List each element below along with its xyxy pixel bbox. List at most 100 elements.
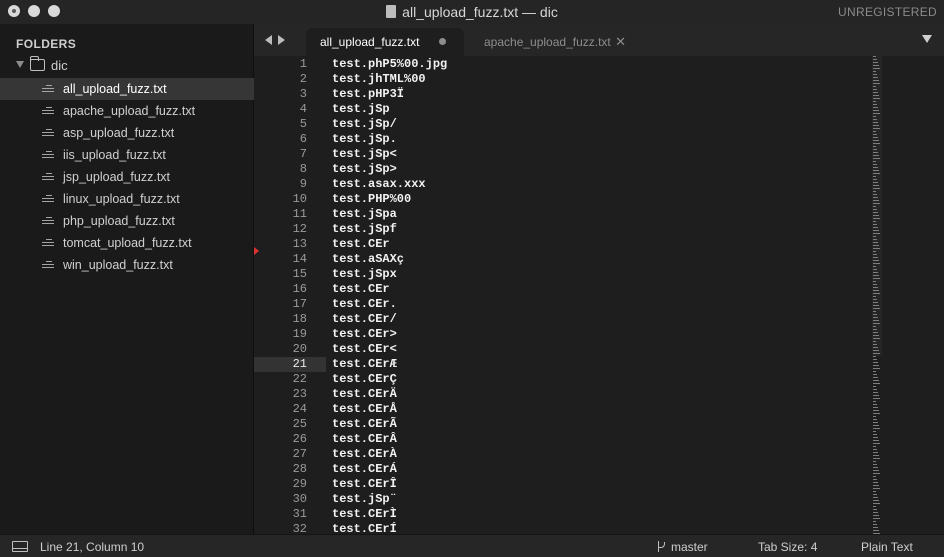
line-text[interactable]: test.jSp.: [332, 132, 397, 147]
panel-toggle-icon[interactable]: [12, 541, 28, 552]
minimap-line: [873, 62, 878, 63]
minimap-line: [873, 407, 878, 408]
file-item[interactable]: asp_upload_fuzz.txt: [0, 122, 254, 144]
file-item[interactable]: iis_upload_fuzz.txt: [0, 144, 254, 166]
line-text[interactable]: test.pHP3Ï: [332, 87, 404, 102]
editor-line[interactable]: 18 test.CEr/: [254, 312, 874, 327]
editor-line[interactable]: 14 test.aSAXç: [254, 252, 874, 267]
editor-line[interactable]: 10 test.PHP%00: [254, 192, 874, 207]
tab-all-upload-fuzz[interactable]: all_upload_fuzz.txt: [306, 28, 464, 56]
editor-line[interactable]: 2 test.jhTML%00: [254, 72, 874, 87]
disclosure-triangle-icon[interactable]: [16, 61, 24, 68]
line-text[interactable]: test.CErÇ: [332, 372, 397, 387]
close-tab-icon[interactable]: ✕: [615, 34, 626, 50]
line-text[interactable]: test.CEr: [332, 237, 390, 252]
editor-line[interactable]: 15 test.jSpx: [254, 267, 874, 282]
editor-line[interactable]: 3 test.pHP3Ï: [254, 87, 874, 102]
editor-line[interactable]: 16 test.CEr: [254, 282, 874, 297]
editor-line[interactable]: 11 test.jSpa: [254, 207, 874, 222]
editor-line[interactable]: 7 test.jSp<: [254, 147, 874, 162]
line-text[interactable]: test.aSAXç: [332, 252, 404, 267]
line-text[interactable]: test.jSpx: [332, 267, 397, 282]
editor-line[interactable]: 9 test.asax.xxx: [254, 177, 874, 192]
editor-line[interactable]: 5 test.jSp/: [254, 117, 874, 132]
editor-line[interactable]: 17 test.CEr.: [254, 297, 874, 312]
modified-dot-icon[interactable]: [439, 38, 446, 45]
tab-bar: all_upload_fuzz.txt apache_upload_fuzz.t…: [254, 24, 944, 56]
line-text[interactable]: test.jSp/: [332, 117, 397, 132]
tab-forward-icon[interactable]: [278, 35, 285, 45]
editor-line[interactable]: 23 test.CErÄ: [254, 387, 874, 402]
editor-line[interactable]: 8 test.jSp>: [254, 162, 874, 177]
line-text[interactable]: test.CErÎ: [332, 477, 397, 492]
line-text[interactable]: test.CErÁ: [332, 462, 397, 477]
editor-line[interactable]: 12 test.jSpf: [254, 222, 874, 237]
minimap-line: [873, 176, 876, 177]
line-text[interactable]: test.CEr>: [332, 327, 397, 342]
line-text[interactable]: test.CErÍ: [332, 522, 397, 534]
file-item[interactable]: all_upload_fuzz.txt: [0, 78, 254, 100]
line-text[interactable]: test.jSpa: [332, 207, 397, 222]
line-number: 21: [292, 357, 307, 371]
tab-size-selector[interactable]: Tab Size: 4: [758, 540, 817, 554]
line-text[interactable]: test.CErÆ: [332, 357, 397, 372]
line-text[interactable]: test.asax.xxx: [332, 177, 426, 192]
line-text[interactable]: test.jhTML%00: [332, 72, 426, 87]
minimap-line: [873, 299, 877, 300]
minimap[interactable]: [872, 56, 944, 534]
git-branch[interactable]: master: [671, 540, 708, 554]
line-text[interactable]: test.CErÀ: [332, 447, 397, 462]
file-item[interactable]: apache_upload_fuzz.txt: [0, 100, 254, 122]
tab-apache-upload-fuzz[interactable]: apache_upload_fuzz.txt ✕: [468, 28, 638, 56]
editor-line[interactable]: 32 test.CErÍ: [254, 522, 874, 534]
minimap-line: [873, 320, 879, 321]
line-text[interactable]: test.jSp>: [332, 162, 397, 177]
file-item[interactable]: win_upload_fuzz.txt: [0, 254, 254, 276]
line-text[interactable]: test.phP5%00.jpg: [332, 57, 447, 72]
line-text[interactable]: test.jSp¨: [332, 492, 397, 507]
minimap-line: [873, 461, 876, 462]
editor-line[interactable]: 21 test.CErÆ: [254, 357, 874, 372]
line-text[interactable]: test.CEr.: [332, 297, 397, 312]
line-text[interactable]: test.CErÌ: [332, 507, 397, 522]
minimap-line: [873, 335, 879, 336]
line-text[interactable]: test.CErÃ: [332, 417, 397, 432]
file-item[interactable]: linux_upload_fuzz.txt: [0, 188, 254, 210]
syntax-selector[interactable]: Plain Text: [861, 540, 913, 554]
line-text[interactable]: test.PHP%00: [332, 192, 411, 207]
tab-menu-chevron-icon[interactable]: [922, 35, 932, 43]
file-item[interactable]: tomcat_upload_fuzz.txt: [0, 232, 254, 254]
folder-dic[interactable]: dic: [0, 56, 254, 76]
line-text[interactable]: test.CErÅ: [332, 402, 397, 417]
editor-line[interactable]: 6 test.jSp.: [254, 132, 874, 147]
editor-line[interactable]: 1 test.phP5%00.jpg: [254, 57, 874, 72]
minimap-line: [873, 323, 880, 324]
line-text[interactable]: test.jSpf: [332, 222, 397, 237]
editor-line[interactable]: 25 test.CErÃ: [254, 417, 874, 432]
editor-line[interactable]: 30 test.jSp¨: [254, 492, 874, 507]
editor-line[interactable]: 24 test.CErÅ: [254, 402, 874, 417]
minimap-line: [873, 515, 879, 516]
editor-line[interactable]: 29 test.CErÎ: [254, 477, 874, 492]
editor-line[interactable]: 28 test.CErÁ: [254, 462, 874, 477]
file-item[interactable]: php_upload_fuzz.txt: [0, 210, 254, 232]
editor-line[interactable]: 4 test.jSp: [254, 102, 874, 117]
line-text[interactable]: test.CErÂ: [332, 432, 397, 447]
line-text[interactable]: test.jSp<: [332, 147, 397, 162]
editor-line[interactable]: 31 test.CErÌ: [254, 507, 874, 522]
editor-line[interactable]: 22 test.CErÇ: [254, 372, 874, 387]
line-text[interactable]: test.CEr: [332, 282, 390, 297]
editor-line[interactable]: 19 test.CEr>: [254, 327, 874, 342]
line-number: 32: [292, 522, 307, 534]
editor-line[interactable]: 26 test.CErÂ: [254, 432, 874, 447]
line-text[interactable]: test.CEr/: [332, 312, 397, 327]
line-text[interactable]: test.CEr<: [332, 342, 397, 357]
editor-line[interactable]: 13 test.CEr: [254, 237, 874, 252]
line-text[interactable]: test.jSp: [332, 102, 390, 117]
editor-line[interactable]: 20 test.CEr<: [254, 342, 874, 357]
file-item[interactable]: jsp_upload_fuzz.txt: [0, 166, 254, 188]
text-editor[interactable]: 1 test.phP5%00.jpg 2 test.jhTML%00 3 test.pHP…: [254, 56, 944, 534]
editor-line[interactable]: 27 test.CErÀ: [254, 447, 874, 462]
line-text[interactable]: test.CErÄ: [332, 387, 397, 402]
tab-back-icon[interactable]: [265, 35, 272, 45]
